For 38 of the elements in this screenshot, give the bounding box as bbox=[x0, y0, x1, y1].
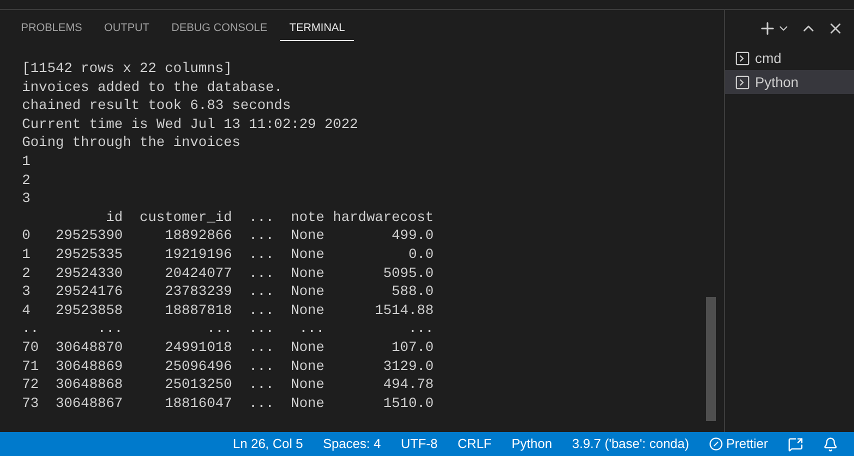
terminal-line: 3 29524176 23783239 ... None 588.0 bbox=[22, 283, 434, 302]
terminal-line: .. ... ... ... ... ... bbox=[22, 320, 434, 339]
terminal-line: 2 29524330 20424077 ... None 5095.0 bbox=[22, 264, 434, 284]
feedback-icon[interactable] bbox=[788, 436, 803, 452]
status-item[interactable]: Spaces: 4 bbox=[323, 434, 381, 454]
terminal-line: 2 bbox=[22, 172, 30, 190]
terminal-line: id customer_id ... note hardwarecost bbox=[105, 208, 434, 228]
slash-circle-icon bbox=[709, 437, 724, 451]
panel-tab[interactable]: OUTPUT bbox=[95, 14, 158, 42]
terminal-line: invoices added to the database. bbox=[22, 78, 282, 98]
terminal-line: 1 29525335 19219196 ... None 0.0 bbox=[22, 246, 434, 265]
terminal-line: 0 29525390 18892866 ... None 499.0 bbox=[22, 227, 434, 246]
terminal-line: 1 bbox=[22, 152, 30, 172]
terminal-line: Going through the invoices bbox=[22, 134, 240, 153]
scrollbar-thumb[interactable] bbox=[706, 297, 716, 421]
panel-tab[interactable]: DEBUG CONSOLE bbox=[162, 14, 276, 42]
status-item[interactable]: Ln 26, Col 5 bbox=[232, 434, 303, 454]
terminal-line: 71 30648869 25096496 ... None 3129.0 bbox=[22, 358, 434, 376]
bell-icon[interactable] bbox=[823, 436, 838, 452]
terminal-list-item[interactable]: Python bbox=[725, 70, 854, 94]
terminal-icon bbox=[735, 50, 750, 66]
status-item[interactable]: CRLF bbox=[458, 434, 492, 454]
panel-tab[interactable]: TERMINAL bbox=[280, 14, 354, 42]
terminal-line: Current time is Wed Jul 13 11:02:29 2022 bbox=[22, 116, 358, 134]
status-item[interactable]: Python bbox=[512, 434, 552, 454]
terminal-line: 72 30648868 25013250 ... None 494.78 bbox=[22, 376, 434, 395]
status-item[interactable]: UTF-8 bbox=[400, 434, 438, 454]
terminal-line: 3 bbox=[22, 190, 30, 209]
terminal-line: chained result took 6.83 seconds bbox=[22, 97, 291, 116]
panel-tab[interactable]: PROBLEMS bbox=[12, 14, 92, 42]
terminal-line: 4 29523858 18887818 ... None 1514.88 bbox=[22, 302, 434, 320]
terminal-list-item[interactable]: cmd bbox=[725, 46, 854, 70]
terminal-line: 73 30648867 18816047 ... None 1510.0 bbox=[22, 394, 434, 414]
status-item[interactable]: 3.9.7 ('base': conda) bbox=[572, 434, 690, 454]
prettier-status[interactable]: Prettier bbox=[709, 434, 768, 454]
terminal-icon bbox=[735, 74, 750, 90]
terminal-line: [11542 rows x 22 columns] bbox=[22, 60, 232, 79]
terminal-line: 70 30648870 24991018 ... None 107.0 bbox=[22, 338, 434, 358]
